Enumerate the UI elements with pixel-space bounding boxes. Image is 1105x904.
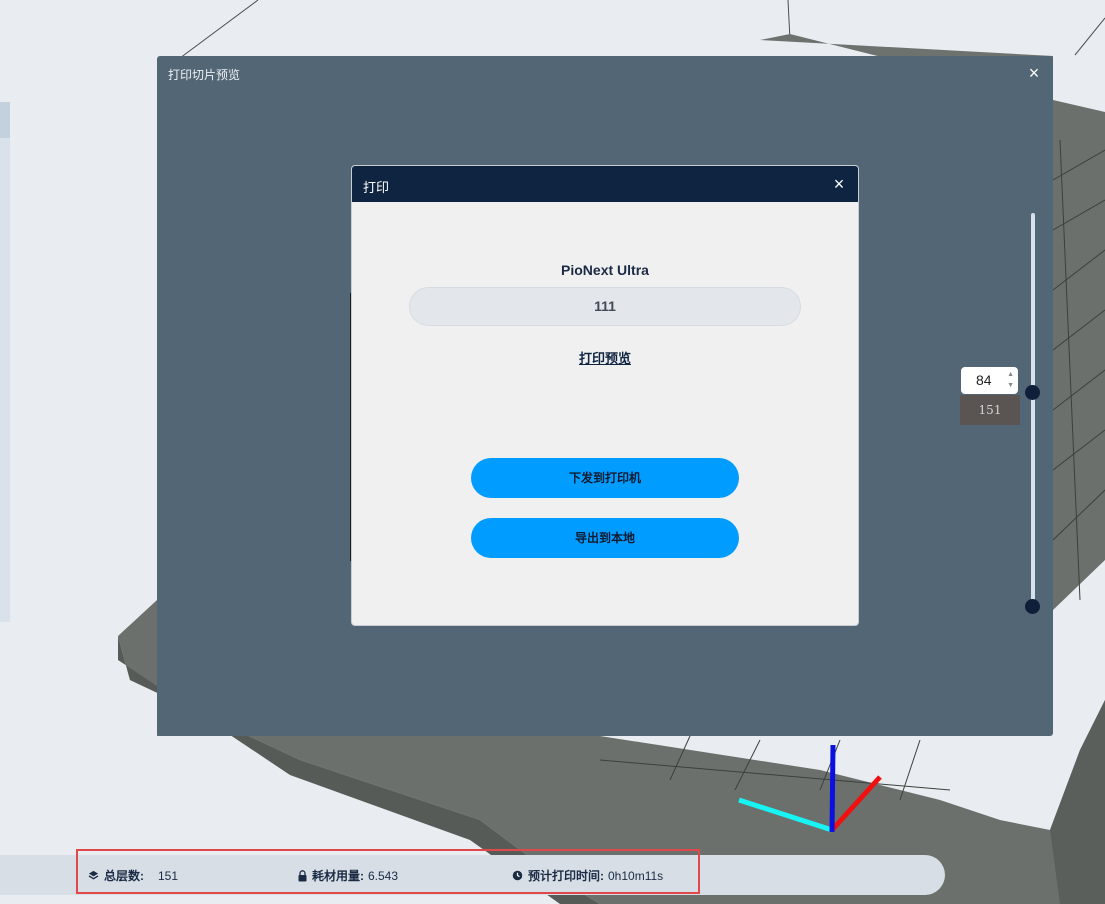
layer-slider-top-handle[interactable] [1025, 385, 1040, 400]
filament-stat: 耗材用量: 6.543 [298, 867, 398, 884]
time-stat: 预计打印时间: 0h10m11s [512, 867, 663, 884]
file-name-field[interactable]: 111 [409, 287, 801, 326]
close-icon[interactable]: × [1025, 64, 1043, 82]
print-dialog-title: 打印 [363, 180, 390, 195]
filament-label: 耗材用量: [312, 869, 364, 883]
time-label: 预计打印时间: [528, 869, 604, 883]
print-bed-top [1053, 100, 1105, 610]
preview-window-title: 打印切片预览 [168, 68, 241, 82]
layer-slider-bottom-handle[interactable] [1025, 599, 1040, 614]
export-local-button[interactable]: 导出到本地 [471, 518, 739, 558]
close-icon[interactable]: × [830, 175, 848, 193]
layers-value: 151 [158, 868, 179, 883]
spin-down-icon[interactable]: ▼ [1007, 382, 1014, 389]
layers-label: 总层数: [104, 869, 144, 883]
printer-name: PioNext Ultra [561, 262, 649, 278]
layers-icon [88, 870, 99, 880]
current-layer-input[interactable]: 84 ▲ ▼ [961, 367, 1018, 394]
clock-icon [512, 870, 523, 881]
current-layer-value: 84 [976, 372, 992, 388]
print-preview-link[interactable]: 打印预览 [352, 348, 858, 367]
axis-z [829, 744, 836, 833]
print-dialog: 打印 × PioNext Ultra 111 打印预览 下发到打印机 导出到本地 [352, 166, 858, 625]
filament-value: 6.543 [368, 868, 399, 883]
spin-up-icon[interactable]: ▲ [1007, 371, 1014, 378]
print-bed-side [1050, 700, 1105, 904]
print-dialog-header: 打印 × [352, 166, 858, 202]
lock-icon [298, 869, 307, 881]
time-value: 0h10m11s [608, 868, 664, 883]
layer-slider-track[interactable] [1031, 213, 1035, 609]
left-side-panel [0, 102, 10, 622]
total-layers-label: 151 [960, 395, 1020, 425]
layers-stat: 总层数: 151 [88, 867, 178, 884]
send-to-printer-button[interactable]: 下发到打印机 [471, 458, 739, 498]
